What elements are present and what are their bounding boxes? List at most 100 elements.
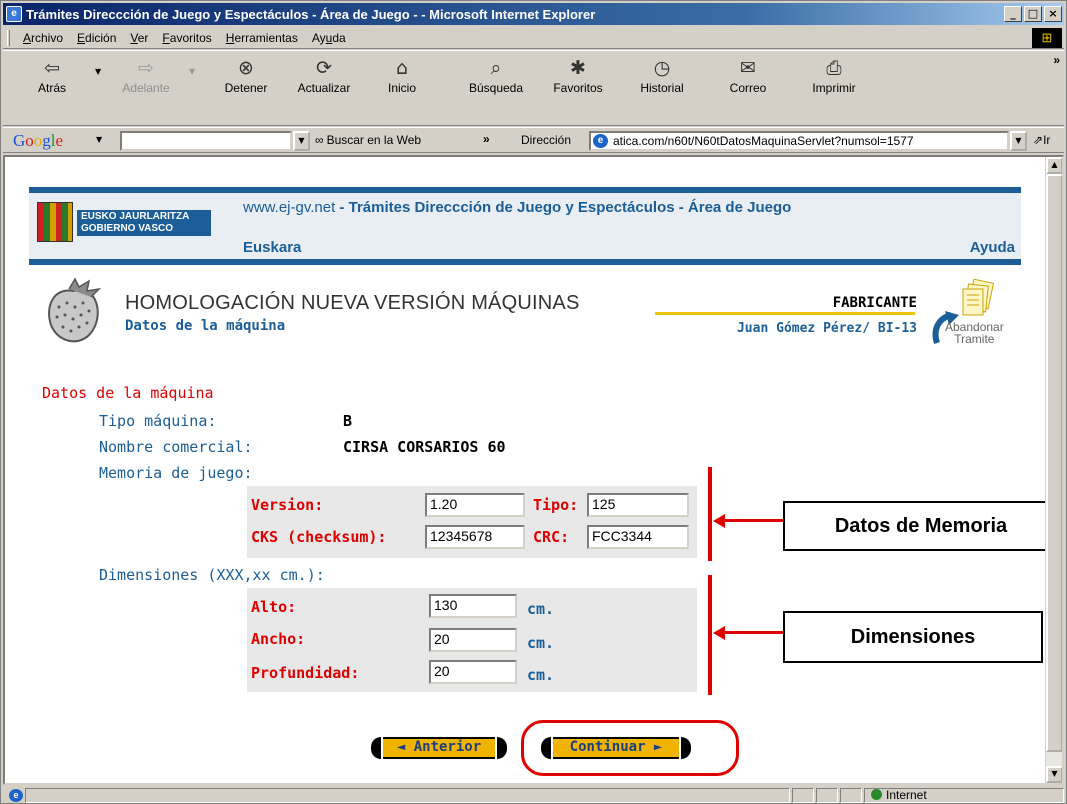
security-zone: Internet bbox=[864, 788, 1064, 803]
standard-toolbar: ⇦ Atrás ▼ ⇨ Adelante ▼ ⊗ Detener ⟳ Actua… bbox=[3, 50, 1064, 126]
google-overflow-chevron-icon[interactable]: » bbox=[483, 132, 490, 146]
tipo-maquina-label: Tipo máquina: bbox=[99, 412, 217, 430]
address-input[interactable]: e atica.com/n60t/N60tDatosMaquinaServlet… bbox=[589, 131, 1009, 151]
title-divider bbox=[655, 312, 915, 315]
nombre-comercial-value: CIRSA CORSARIOS 60 bbox=[343, 438, 506, 456]
menu-herramientas[interactable]: Herramientas bbox=[219, 31, 305, 45]
print-icon: ⎙ bbox=[826, 57, 842, 79]
search-tool[interactable]: ⌕ Búsqueda bbox=[461, 55, 531, 95]
window-title: Trámites Direccción de Juego y Espectácu… bbox=[26, 6, 596, 22]
tipo-maquina-value: B bbox=[343, 412, 353, 430]
vertical-scrollbar[interactable]: ▲ ▼ bbox=[1045, 157, 1062, 783]
mail-tool[interactable]: ✉ Correo bbox=[713, 55, 783, 95]
alto-input[interactable]: 130 bbox=[429, 594, 517, 618]
memoria-arrowhead-icon bbox=[713, 514, 725, 528]
search-web-button[interactable]: ∞ Buscar en la Web bbox=[315, 133, 421, 147]
close-button[interactable]: × bbox=[1044, 6, 1062, 22]
banner-title: www.ej-gv.net - Trámites Direccción de J… bbox=[243, 199, 791, 216]
page-subtitle: Datos de la máquina bbox=[125, 318, 286, 334]
browser-window: e Trámites Direccción de Juego y Espectá… bbox=[0, 0, 1067, 804]
menu-bar: Archivo Edición Ver Favoritos Herramient… bbox=[3, 27, 1064, 49]
scroll-thumb[interactable] bbox=[1046, 174, 1062, 752]
forward-dropdown-icon[interactable]: ▼ bbox=[189, 67, 195, 76]
menu-grip bbox=[7, 29, 10, 46]
refresh-tool-label: Actualizar bbox=[297, 81, 351, 95]
address-url: atica.com/n60t/N60tDatosMaquinaServlet?n… bbox=[613, 134, 914, 148]
forward-tool[interactable]: ⇨ Adelante bbox=[111, 55, 181, 95]
menu-favoritos[interactable]: Favoritos bbox=[155, 31, 218, 45]
memoria-juego-label: Memoria de juego: bbox=[99, 464, 253, 482]
strawberry-icon bbox=[48, 277, 102, 343]
crc-input[interactable]: FCC3344 bbox=[587, 525, 689, 549]
security-zone-label: Internet bbox=[886, 788, 927, 802]
ayuda-link[interactable]: Ayuda bbox=[970, 239, 1015, 256]
google-menu-dropdown-icon[interactable]: ▼ bbox=[96, 135, 102, 144]
scroll-up-icon[interactable]: ▲ bbox=[1046, 157, 1062, 174]
maximize-button[interactable]: □ bbox=[1024, 6, 1042, 22]
cks-input[interactable]: 12345678 bbox=[425, 525, 525, 549]
gv-logo-text: EUSKO JAURLARITZA GOBIERNO VASCO bbox=[77, 210, 211, 236]
toolbar-overflow-chevron-icon[interactable]: » bbox=[1053, 53, 1060, 67]
forward-tool-label: Adelante bbox=[122, 81, 170, 95]
address-toolbar: Google ▼ ▼ ∞ Buscar en la Web » Dirección… bbox=[3, 127, 1064, 153]
status-bar: e Internet bbox=[3, 787, 1064, 804]
continuar-highlight-oval bbox=[521, 720, 739, 776]
search-icon: ⌕ bbox=[490, 57, 502, 79]
forward-arrow-icon: ⇨ bbox=[138, 57, 154, 79]
profundidad-input[interactable]: 20 bbox=[429, 660, 517, 684]
menu-edicion[interactable]: Edición bbox=[70, 31, 123, 45]
scroll-down-icon[interactable]: ▼ bbox=[1046, 766, 1062, 783]
anterior-button[interactable]: ◄ Anterior bbox=[383, 737, 495, 759]
banner-separator: - bbox=[335, 199, 349, 216]
address-dropdown-icon[interactable]: ▼ bbox=[1010, 131, 1027, 151]
status-text-area bbox=[25, 788, 790, 803]
stop-icon: ⊗ bbox=[238, 57, 254, 79]
favorites-tool[interactable]: ✱ Favoritos bbox=[543, 55, 613, 95]
google-search-dropdown-icon[interactable]: ▼ bbox=[293, 131, 310, 151]
version-label: Version: bbox=[251, 496, 324, 514]
history-tool-label: Historial bbox=[640, 81, 684, 95]
ancho-unit: cm. bbox=[527, 634, 555, 652]
euskara-link[interactable]: Euskara bbox=[243, 239, 301, 256]
back-arrow-icon: ⇦ bbox=[44, 57, 60, 79]
back-dropdown-icon[interactable]: ▼ bbox=[95, 67, 101, 76]
google-search-input[interactable] bbox=[120, 131, 292, 151]
site-link[interactable]: www.ej-gv.net bbox=[243, 199, 335, 216]
refresh-tool[interactable]: ⟳ Actualizar bbox=[289, 55, 359, 95]
google-logo[interactable]: Google bbox=[13, 131, 63, 151]
coat-of-arms-icon bbox=[37, 202, 73, 242]
gobierno-vasco-logo[interactable]: EUSKO JAURLARITZA GOBIERNO VASCO bbox=[37, 202, 215, 242]
version-input[interactable]: 1.20 bbox=[425, 493, 525, 517]
address-label: Dirección bbox=[521, 133, 572, 147]
print-tool[interactable]: ⎙ Imprimir bbox=[799, 55, 869, 95]
cks-label: CKS (checksum): bbox=[251, 528, 387, 546]
dimensiones-label: Dimensiones (XXX,xx cm.): bbox=[99, 566, 325, 584]
anterior-left-cap bbox=[371, 737, 381, 759]
dimensiones-bracket-line bbox=[708, 575, 712, 695]
abandon-tramite-button[interactable]: Abandonar Tramite bbox=[929, 279, 1015, 347]
go-button[interactable]: ⇗Ir bbox=[1033, 133, 1050, 147]
nombre-comercial-label: Nombre comercial: bbox=[99, 438, 253, 456]
menu-ayuda[interactable]: Ayuda bbox=[305, 31, 353, 45]
title-bar: e Trámites Direccción de Juego y Espectá… bbox=[3, 3, 1064, 25]
binoculars-icon: ∞ bbox=[315, 133, 324, 147]
tipo-memoria-input[interactable]: 125 bbox=[587, 493, 689, 517]
ancho-input[interactable]: 20 bbox=[429, 628, 517, 652]
favorites-tool-label: Favoritos bbox=[553, 81, 603, 95]
status-cell-1 bbox=[792, 788, 814, 803]
history-tool[interactable]: ◷ Historial bbox=[627, 55, 697, 95]
page-ie-icon: e bbox=[593, 134, 608, 148]
stop-tool[interactable]: ⊗ Detener bbox=[211, 55, 281, 95]
dimensiones-fields-panel: Alto: 130 cm. Ancho: 20 cm. Profundidad:… bbox=[247, 588, 697, 692]
menu-archivo[interactable]: Archivo bbox=[16, 31, 70, 45]
memoria-bracket-line bbox=[708, 467, 712, 561]
content-viewport: EUSKO JAURLARITZA GOBIERNO VASCO www.ej-… bbox=[3, 155, 1064, 785]
globe-icon bbox=[871, 789, 882, 800]
menu-ver[interactable]: Ver bbox=[123, 31, 155, 45]
dimensiones-arrowhead-icon bbox=[713, 626, 725, 640]
home-tool[interactable]: ⌂ Inicio bbox=[367, 55, 437, 95]
mail-tool-label: Correo bbox=[729, 81, 767, 95]
back-tool[interactable]: ⇦ Atrás bbox=[17, 55, 87, 95]
minimize-button[interactable]: _ bbox=[1004, 6, 1022, 22]
mail-icon: ✉ bbox=[740, 57, 756, 79]
